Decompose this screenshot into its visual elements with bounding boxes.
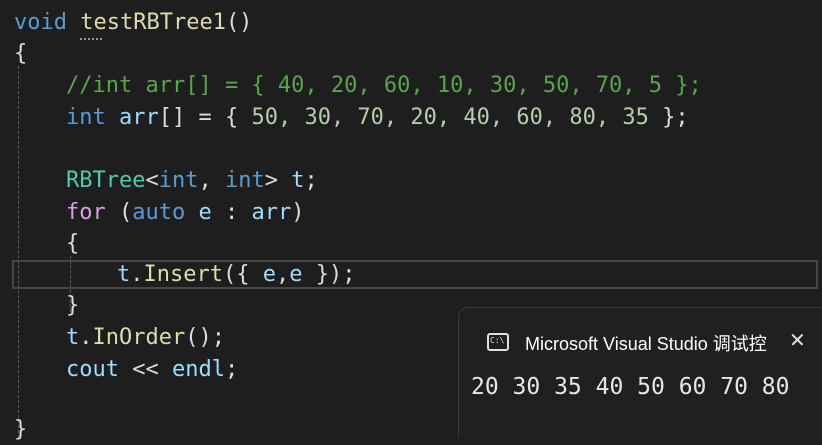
arg-e: e xyxy=(262,262,276,287)
method-inorder: InOrder xyxy=(92,325,186,350)
comma: , xyxy=(275,262,290,287)
operator: [] = { xyxy=(158,105,252,130)
console-output: 20 30 35 40 50 60 70 80 xyxy=(471,374,790,400)
paren-open: ( xyxy=(105,200,133,225)
stream-operator: << xyxy=(118,357,172,382)
object-t: t xyxy=(66,325,80,350)
close-brace: } xyxy=(66,293,80,318)
code-line-1[interactable]: void testRBTree1() xyxy=(14,7,252,38)
function-name[interactable]: testRBTree1 xyxy=(80,10,226,35)
code-line-14[interactable]: } xyxy=(14,414,27,445)
code-line-7[interactable]: for (auto e : arr) xyxy=(66,197,304,228)
colon: : xyxy=(211,200,252,225)
indent-guide-outer xyxy=(18,66,19,438)
keyword-for: for xyxy=(66,200,106,225)
dot: . xyxy=(79,325,93,350)
variable-arr: arr xyxy=(119,105,159,130)
args-close: }); xyxy=(302,262,356,287)
variable-cout: cout xyxy=(66,357,119,382)
close-icon[interactable]: ✕ xyxy=(789,328,806,352)
comma: , xyxy=(198,168,225,193)
array-values: 50, 30, 70, 20, 40, 60, 80, 35 xyxy=(251,105,649,130)
variable-arr: arr xyxy=(251,200,292,225)
paren-close: ) xyxy=(291,200,305,225)
close-brace: } xyxy=(14,417,28,442)
line-end: }; xyxy=(648,105,689,130)
code-line-9[interactable]: t.Insert({ e,e }); xyxy=(117,259,355,290)
keyword-void: void xyxy=(14,10,67,35)
code-line-10[interactable]: } xyxy=(66,290,79,321)
semicolon: ; xyxy=(304,168,318,193)
angle-close: > xyxy=(264,168,278,193)
args-open: ({ xyxy=(222,262,263,287)
keyword-auto: auto xyxy=(132,200,186,225)
variable-endl: endl xyxy=(171,357,225,382)
keyword-int: int xyxy=(158,168,199,193)
call-parens: (); xyxy=(185,325,225,350)
semicolon: ; xyxy=(224,357,239,382)
code-line-4[interactable]: int arr[] = { 50, 30, 70, 20, 40, 60, 80… xyxy=(66,102,689,133)
parens: () xyxy=(225,10,253,35)
console-title: Microsoft Visual Studio 调试控 xyxy=(525,334,767,354)
variable-e: e xyxy=(185,200,212,225)
comment: //int arr[] = { 40, 20, 60, 10, 30, 50, … xyxy=(66,73,702,98)
keyword-int: int xyxy=(224,168,265,193)
open-brace: { xyxy=(66,231,80,256)
code-line-8[interactable]: { xyxy=(66,228,79,259)
angle-open: < xyxy=(145,168,159,193)
debug-console-window[interactable]: C:\ Microsoft Visual Studio 调试控 ✕ 20 30 … xyxy=(458,307,822,438)
keyword-int: int xyxy=(66,105,106,130)
code-line-3[interactable]: //int arr[] = { 40, 20, 60, 10, 30, 50, … xyxy=(66,70,702,101)
code-line-11[interactable]: t.InOrder(); xyxy=(66,322,225,353)
type-rbtree: RBTree xyxy=(66,168,146,193)
dot: . xyxy=(130,262,144,287)
method-insert: Insert xyxy=(143,262,223,287)
code-line-6[interactable]: RBTree<int, int> t; xyxy=(66,165,318,196)
code-line-2[interactable]: { xyxy=(14,38,27,69)
open-brace: { xyxy=(14,41,28,66)
arg-e: e xyxy=(289,262,303,287)
console-window-icon: C:\ xyxy=(487,333,509,351)
variable-t: t xyxy=(277,168,305,193)
object-t: t xyxy=(117,262,131,287)
code-line-12[interactable]: cout << endl; xyxy=(66,354,238,385)
